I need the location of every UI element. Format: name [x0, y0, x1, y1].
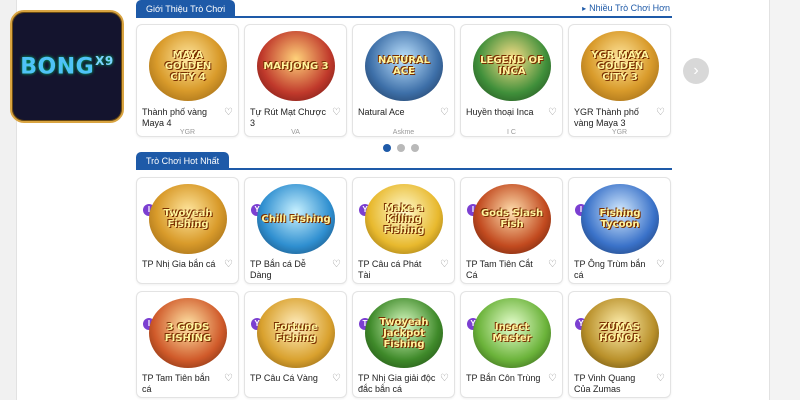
carousel-dot-1[interactable] [383, 144, 391, 152]
game-name: TP Bắn cá Dễ Dàng [250, 259, 306, 280]
game-name: TP Nhị Gia giải độc đắc bắn cá [358, 373, 436, 394]
hot-section-title: Trò Chơi Hot Nhất [136, 152, 230, 170]
game-card[interactable]: MAHJONG 3 Tự Rút Mạt Chược 3 ♡ VA [244, 24, 347, 137]
game-name: TP Câu Cá Vàng [250, 373, 318, 383]
game-card[interactable]: I Twoyeah Fishing TP Nhị Gia bắn cá ♡ [136, 177, 239, 284]
heart-icon[interactable]: ♡ [224, 259, 233, 270]
gods-slash-fish-art: Gods Slash Fish [473, 184, 551, 254]
game-provider: VA [291, 129, 300, 136]
heart-icon[interactable]: ♡ [332, 373, 341, 384]
insect-master-art: Insect Master [473, 298, 551, 368]
carousel-next-button[interactable]: › [683, 58, 709, 84]
fortune-fishing-art: Fortune Fishing [257, 298, 335, 368]
game-name: TP Tam Tiên bắn cá [142, 373, 210, 394]
game-card[interactable]: I Fishing Tycoon TP Ông Trùm bắn cá ♡ [568, 177, 671, 284]
game-card[interactable]: YGR MAYA GOLDEN CITY 3 YGR Thành phố vàn… [568, 24, 671, 137]
game-provider: Askme [392, 129, 415, 136]
game-card[interactable]: Y Make a Killing Fishing TP Câu cá Phát … [352, 177, 455, 284]
game-card[interactable]: Y Fortune Fishing TP Câu Cá Vàng ♡ [244, 291, 347, 398]
game-provider: I C [507, 129, 516, 136]
natural-ace-art: NATURAL ACE [365, 31, 443, 101]
chevron-right-icon: › [693, 62, 699, 79]
right-margin-rail [769, 0, 800, 400]
hot-section-header: Trò Chơi Hot Nhất [136, 152, 672, 170]
game-card[interactable]: I 3 GODS FISHING TP Tam Tiên bắn cá ♡ [136, 291, 239, 398]
maya-golden-city-3-art: YGR MAYA GOLDEN CITY 3 [581, 31, 659, 101]
game-card[interactable]: LEGEND OF INCA Huyền thoại Inca ♡ I C [460, 24, 563, 137]
fishing-tycoon-art: Fishing Tycoon [581, 184, 659, 254]
mahjong-art: MAHJONG 3 [257, 31, 335, 101]
game-name: YGR Thành phố vàng Maya 3 [574, 107, 639, 128]
heart-icon[interactable]: ♡ [224, 107, 233, 118]
chill-fishing-art: Chill Fishing [257, 184, 335, 254]
heart-icon[interactable]: ♡ [440, 259, 449, 270]
game-card[interactable]: I Gods Slash Fish TP Tam Tiên Cắt Cá ♡ [460, 177, 563, 284]
twoyeah-jackpot-fishing-art: Twoyeah Jackpot Fishing [365, 298, 443, 368]
game-card[interactable]: Y Insect Master TP Bắn Côn Trùng ♡ [460, 291, 563, 398]
game-card[interactable]: Y Chill Fishing TP Bắn cá Dễ Dàng ♡ [244, 177, 347, 284]
heart-icon[interactable]: ♡ [548, 259, 557, 270]
intro-section-title: Giới Thiệu Trò Chơi [136, 0, 236, 18]
heart-icon[interactable]: ♡ [656, 107, 665, 118]
game-provider: YGR [179, 129, 196, 136]
logo-text: BONGX9 [20, 53, 114, 80]
heart-icon[interactable]: ♡ [440, 107, 449, 118]
heart-icon[interactable]: ♡ [332, 259, 341, 270]
game-card[interactable]: NATURAL ACE Natural Ace ♡ Askme [352, 24, 455, 137]
heart-icon[interactable]: ♡ [656, 373, 665, 384]
intro-section-header: Giới Thiệu Trò Chơi ▸ Nhiều Trò Chơi Hơn [136, 0, 672, 18]
carousel-pagination [383, 144, 419, 152]
legend-of-inca-art: LEGEND OF INCA [473, 31, 551, 101]
game-name: TP Ông Trùm bắn cá [574, 259, 646, 280]
game-name: Natural Ace [358, 107, 405, 117]
game-name: Huyền thoại Inca [466, 107, 534, 117]
heart-icon[interactable]: ♡ [440, 373, 449, 384]
game-card[interactable]: T Twoyeah Jackpot Fishing TP Nhị Gia giả… [352, 291, 455, 398]
game-card[interactable]: MAYA GOLDEN CITY 4 Thành phố vàng Maya 4… [136, 24, 239, 137]
game-name: TP Câu cá Phát Tài [358, 259, 422, 280]
carousel-dot-3[interactable] [411, 144, 419, 152]
three-gods-fishing-art: 3 GODS FISHING [149, 298, 227, 368]
heart-icon[interactable]: ♡ [548, 373, 557, 384]
game-name: TP Tam Tiên Cắt Cá [466, 259, 533, 280]
more-games-link[interactable]: ▸ Nhiều Trò Chơi Hơn [582, 3, 670, 13]
carousel-dot-2[interactable] [397, 144, 405, 152]
make-a-killing-fishing-art: Make a Killing Fishing [365, 184, 443, 254]
game-provider: YGR [611, 129, 628, 136]
game-name: TP Vinh Quang Của Zumas [574, 373, 636, 394]
game-name: Thành phố vàng Maya 4 [142, 107, 208, 128]
chevron-right-icon: ▸ [582, 4, 587, 13]
twoyeah-fishing-art: Twoyeah Fishing [149, 184, 227, 254]
game-name: TP Bắn Côn Trùng [466, 373, 541, 383]
heart-icon[interactable]: ♡ [224, 373, 233, 384]
heart-icon[interactable]: ♡ [656, 259, 665, 270]
game-card[interactable]: Y ZUMAS HONOR TP Vinh Quang Của Zumas ♡ [568, 291, 671, 398]
game-name: TP Nhị Gia bắn cá [142, 259, 216, 269]
heart-icon[interactable]: ♡ [332, 107, 341, 118]
brand-logo[interactable]: BONGX9 [10, 10, 124, 123]
maya-golden-city-art: MAYA GOLDEN CITY 4 [149, 31, 227, 101]
game-name: Tự Rút Mạt Chược 3 [250, 107, 326, 128]
zumas-honor-art: ZUMAS HONOR [581, 298, 659, 368]
heart-icon[interactable]: ♡ [548, 107, 557, 118]
